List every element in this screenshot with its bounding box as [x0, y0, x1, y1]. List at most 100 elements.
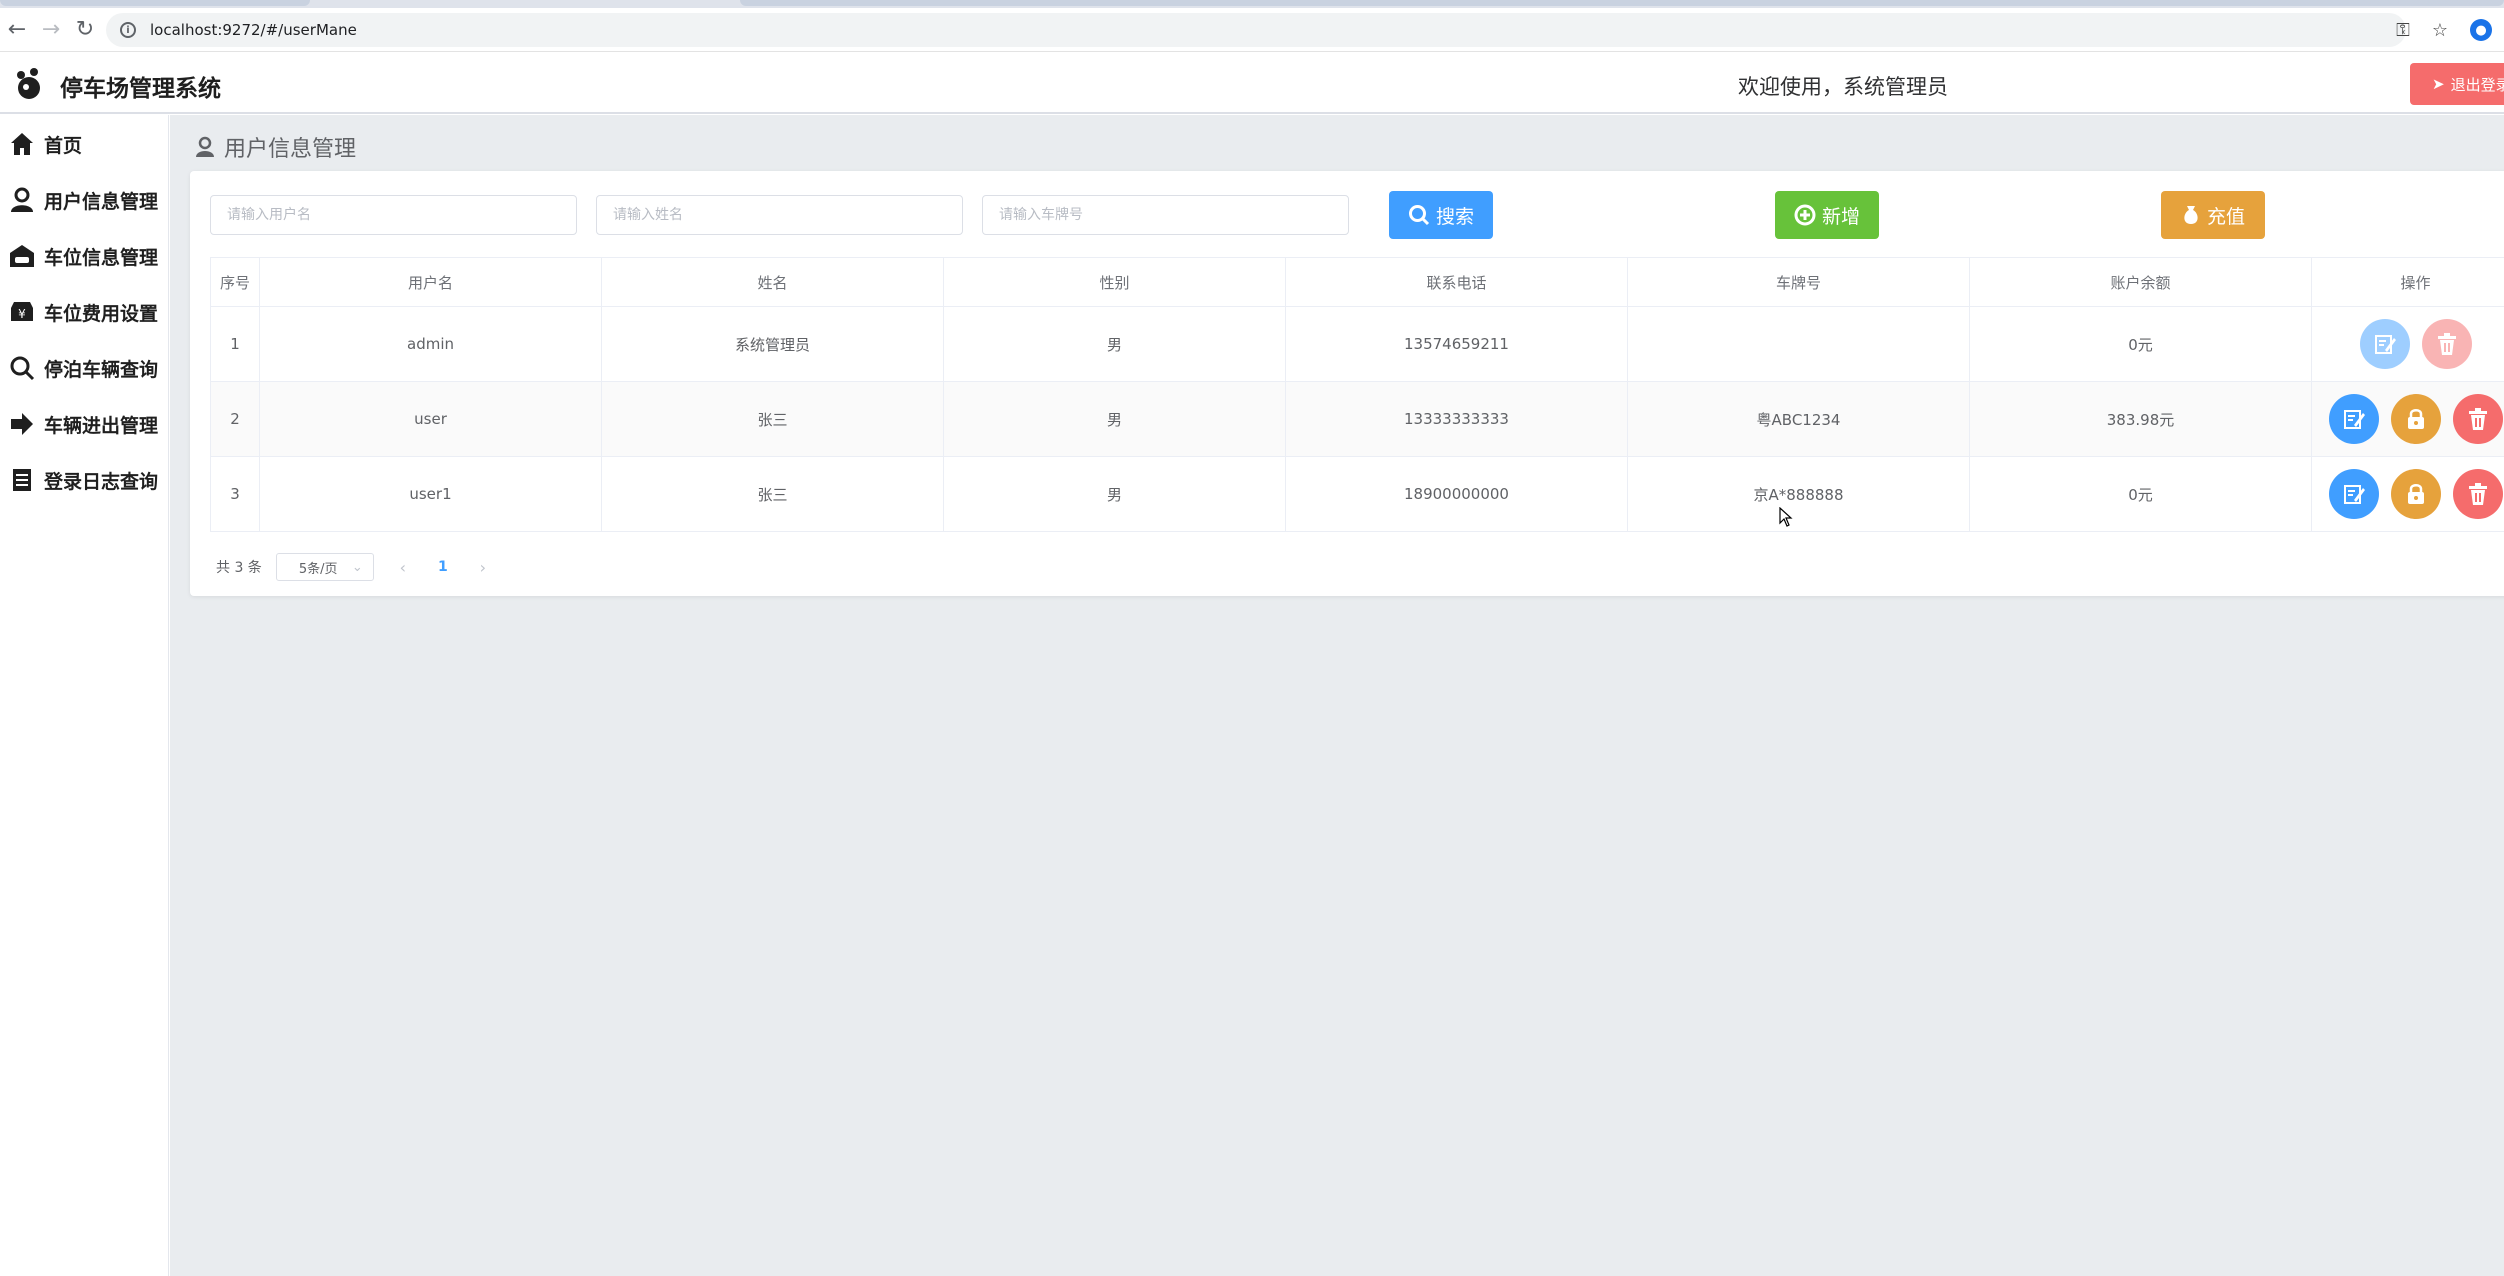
cell-plate: 粤ABC1234 — [1628, 382, 1970, 456]
logout-label: 退出登录 — [2450, 75, 2504, 94]
cell-balance: 0元 — [1970, 307, 2312, 381]
breadcrumb: 用户信息管理 — [194, 131, 356, 163]
money-bag-icon — [2184, 206, 2198, 224]
prev-page-icon[interactable]: ‹ — [388, 558, 418, 577]
pagination: 共 3 条 5条/页 ⌄ ‹ 1 › — [216, 553, 498, 581]
add-button[interactable]: 新增 — [1775, 191, 1879, 239]
cell-actions — [2312, 307, 2504, 381]
edit-icon — [2343, 485, 2365, 504]
column-header-balance: 账户余额 — [1970, 258, 2312, 306]
key-icon[interactable]: ⚿ — [2396, 20, 2410, 41]
next-page-icon[interactable]: › — [468, 558, 498, 577]
chevron-down-icon: ⌄ — [351, 559, 363, 575]
name-input[interactable] — [596, 195, 963, 235]
sidebar-item-label: 停泊车辆查询 — [44, 358, 159, 381]
plate-input[interactable] — [982, 195, 1349, 235]
site-info-icon[interactable]: i — [120, 22, 136, 38]
cell-index: 2 — [210, 382, 260, 456]
page-size-value: 5条/页 — [298, 561, 338, 577]
sidebar-item-label: 首页 — [44, 134, 83, 157]
column-header-username: 用户名 — [260, 258, 602, 306]
browser-tab[interactable] — [0, 0, 310, 6]
recharge-button[interactable]: 充值 — [2161, 191, 2265, 239]
reset-password-button[interactable] — [2390, 469, 2441, 519]
logout-icon: ➤ — [2432, 75, 2445, 93]
total-count: 共 3 条 — [216, 560, 262, 576]
address-bar[interactable]: i localhost:9272/#/userMane — [106, 13, 2406, 47]
lock-icon — [2407, 484, 2424, 504]
edit-button[interactable] — [2359, 319, 2410, 369]
browser-tab[interactable] — [740, 0, 2504, 6]
user-icon — [196, 136, 214, 157]
edit-button[interactable] — [2328, 469, 2379, 519]
table-row: 1 admin 系统管理员 男 13574659211 0元 — [210, 307, 2504, 382]
star-icon[interactable]: ☆ — [2432, 20, 2448, 41]
recharge-label: 充值 — [2206, 205, 2245, 228]
sidebar-item-fee-settings[interactable]: ¥ 车位费用设置 — [0, 284, 168, 340]
page-size-select[interactable]: 5条/页 ⌄ — [275, 553, 374, 581]
garage-icon — [8, 242, 36, 270]
user-table: 序号 用户名 姓名 性别 联系电话 车牌号 账户余额 操作 1 admin 系统… — [210, 257, 2504, 532]
reload-icon[interactable]: ↻ — [68, 13, 102, 47]
back-icon[interactable]: ← — [0, 13, 34, 47]
cell-gender: 男 — [944, 307, 1286, 381]
logo-icon — [17, 68, 40, 99]
logout-button[interactable]: ➤ 退出登录 — [2410, 63, 2504, 105]
column-header-actions: 操作 — [2312, 258, 2504, 306]
username-input[interactable] — [210, 195, 577, 235]
cell-index: 3 — [210, 457, 260, 531]
sidebar-item-login-log[interactable]: 登录日志查询 — [0, 452, 168, 508]
search-label: 搜索 — [1435, 205, 1474, 228]
search-bar: 搜索 新增 充值 — [210, 191, 2504, 241]
edit-button[interactable] — [2328, 394, 2379, 444]
sidebar: 首页 用户信息管理 车位信息管理 ¥ 车位费用设置 停泊车辆查询 车辆进出管理 — [0, 115, 169, 1276]
cell-name: 系统管理员 — [602, 307, 944, 381]
sidebar-item-label: 车辆进出管理 — [44, 414, 159, 437]
delete-button[interactable] — [2452, 394, 2503, 444]
trash-icon — [2468, 408, 2487, 430]
search-icon — [1408, 205, 1430, 226]
delete-button[interactable] — [2421, 319, 2472, 369]
sidebar-item-parking-spaces[interactable]: 车位信息管理 — [0, 228, 168, 284]
sidebar-item-home[interactable]: 首页 — [0, 116, 168, 172]
cell-name: 张三 — [602, 382, 944, 456]
cell-username: user1 — [260, 457, 602, 531]
sidebar-item-label: 用户信息管理 — [44, 190, 159, 213]
column-header-index: 序号 — [210, 258, 260, 306]
svg-text:¥: ¥ — [18, 307, 26, 321]
table-row: 2 user 张三 男 13333333333 粤ABC1234 383.98元 — [210, 382, 2504, 457]
cell-actions — [2312, 382, 2504, 456]
cell-phone: 13574659211 — [1286, 307, 1628, 381]
fee-icon: ¥ — [8, 298, 36, 326]
page-title: 用户信息管理 — [224, 137, 357, 162]
app-header: 停车场管理系统 欢迎使用，系统管理员 ➤ 退出登录 — [0, 53, 2504, 114]
sidebar-item-label: 车位信息管理 — [44, 246, 159, 269]
sidebar-item-label: 车位费用设置 — [44, 302, 159, 325]
sidebar-item-users[interactable]: 用户信息管理 — [0, 172, 168, 228]
sidebar-item-vehicle-in-out[interactable]: 车辆进出管理 — [0, 396, 168, 452]
user-card: 搜索 新增 充值 序号 用户名 姓名 性别 联系电话 车牌号 账户余额 操作 — [190, 171, 2504, 596]
welcome-text: 欢迎使用，系统管理员 — [1738, 75, 1948, 99]
home-icon — [8, 130, 36, 158]
cell-balance: 0元 — [1970, 457, 2312, 531]
cell-gender: 男 — [944, 382, 1286, 456]
cell-username: user — [260, 382, 602, 456]
profile-icon[interactable]: ● — [2470, 19, 2492, 41]
url-text[interactable]: localhost:9272/#/userMane — [150, 21, 357, 39]
search-button[interactable]: 搜索 — [1389, 191, 1493, 239]
delete-button[interactable] — [2452, 469, 2503, 519]
log-icon — [8, 466, 36, 494]
mouse-cursor-icon — [1779, 507, 1793, 527]
reset-password-button[interactable] — [2390, 394, 2441, 444]
page-number[interactable]: 1 — [432, 559, 454, 575]
forward-icon[interactable]: → — [34, 13, 68, 47]
sidebar-item-parked-vehicles[interactable]: 停泊车辆查询 — [0, 340, 168, 396]
user-icon — [8, 186, 36, 214]
search-icon — [8, 354, 36, 382]
cell-gender: 男 — [944, 457, 1286, 531]
column-header-plate: 车牌号 — [1628, 258, 1970, 306]
browser-actions: ⚿ ☆ ● — [2396, 8, 2504, 52]
browser-tabstrip — [0, 0, 2504, 8]
cell-phone: 13333333333 — [1286, 382, 1628, 456]
sidebar-item-label: 登录日志查询 — [44, 470, 159, 493]
